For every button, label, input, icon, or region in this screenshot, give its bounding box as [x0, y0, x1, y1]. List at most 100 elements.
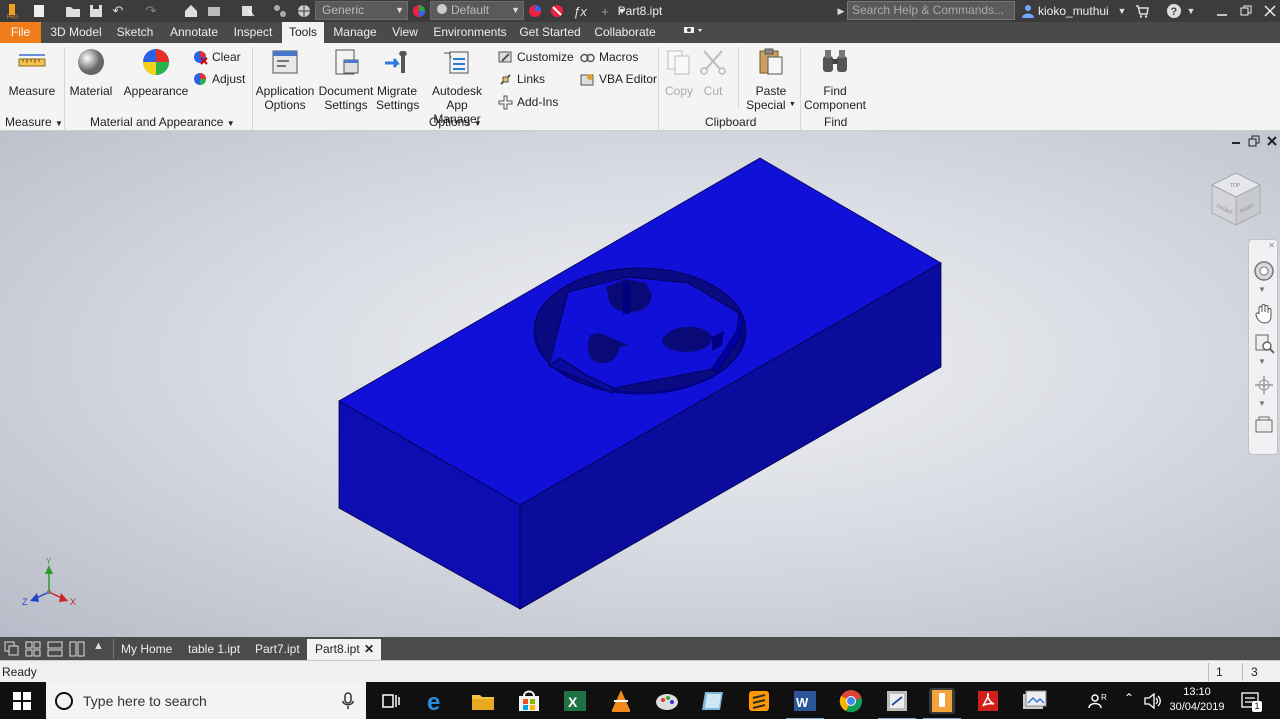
clear-appearance-icon[interactable] — [549, 3, 565, 19]
user-dropdown-icon[interactable]: ▼ — [1117, 3, 1127, 19]
chevron-down-icon[interactable]: ▼ — [1258, 285, 1266, 294]
clear-button[interactable]: Clear — [193, 48, 241, 66]
links-button[interactable]: Links — [498, 70, 545, 88]
new-file-icon[interactable] — [30, 3, 48, 19]
appearance-button[interactable]: Appearance — [122, 47, 190, 98]
chrome-icon[interactable] — [838, 688, 864, 714]
tab-file[interactable]: File — [0, 22, 41, 43]
zoom-icon[interactable] — [1253, 332, 1275, 354]
pan-hand-icon[interactable] — [1253, 302, 1275, 324]
measure-qa-icon[interactable] — [272, 3, 288, 19]
chevron-down-icon[interactable]: ▼ — [1258, 357, 1266, 366]
task-view-icon[interactable] — [378, 688, 404, 714]
cart-icon[interactable] — [1134, 3, 1150, 19]
doc-tab-part8[interactable]: Part8.ipt ✕ — [307, 639, 381, 660]
tab-inspect[interactable]: Inspect — [229, 22, 277, 43]
appearance-combo[interactable]: Default ▼ — [430, 1, 524, 20]
search-help-input[interactable]: Search Help & Commands... — [847, 1, 1015, 20]
graphics-viewport[interactable]: TOP FRONT RIGHT ✕ ▼ ▼ ▼ Y X Z — [0, 131, 1280, 637]
sublime-text-icon[interactable] — [746, 688, 772, 714]
photos-app-icon[interactable] — [1021, 688, 1047, 714]
notes-app-icon[interactable] — [700, 688, 726, 714]
add-ins-button[interactable]: Add-Ins — [498, 93, 558, 111]
find-component-button[interactable]: Find Component — [802, 47, 868, 112]
material-button[interactable]: Material — [66, 47, 116, 98]
undo-icon[interactable]: ↶ — [110, 3, 126, 19]
tab-3d-model[interactable]: 3D Model — [46, 22, 106, 43]
inventor-taskbar-icon[interactable] — [923, 688, 961, 719]
panel-visibility-icon[interactable] — [678, 22, 708, 43]
steering-wheel-icon[interactable] — [1253, 260, 1275, 282]
action-center-icon[interactable]: 1 — [1240, 690, 1262, 712]
cascade-windows-icon[interactable] — [4, 641, 20, 657]
inventor-taskbar-icon-2[interactable] — [878, 688, 916, 719]
doc-tab-my-home[interactable]: My Home — [113, 639, 180, 660]
word-icon[interactable]: W — [786, 688, 824, 719]
adjust-appearance-icon[interactable] — [527, 3, 543, 19]
vlc-icon[interactable] — [608, 688, 634, 714]
people-icon[interactable]: R — [1088, 691, 1108, 711]
microphone-icon[interactable] — [342, 692, 354, 710]
viewcube[interactable]: TOP FRONT RIGHT — [1208, 169, 1264, 229]
acrobat-icon[interactable] — [975, 688, 1001, 714]
close-icon[interactable] — [1262, 3, 1278, 19]
file-explorer-icon[interactable] — [470, 688, 496, 714]
application-options-button[interactable]: Application Options — [254, 47, 316, 112]
excel-icon[interactable]: X — [562, 688, 588, 714]
doc-tab-part7[interactable]: Part7.ipt — [247, 639, 308, 660]
tab-collaborate[interactable]: Collaborate — [589, 22, 661, 43]
show-hidden-icons-icon[interactable]: ⌃ — [1124, 691, 1134, 705]
tab-sketch[interactable]: Sketch — [112, 22, 158, 43]
save-icon[interactable] — [88, 3, 104, 19]
part-model[interactable] — [338, 157, 942, 610]
select-icon[interactable] — [240, 3, 256, 19]
triangle-up-icon[interactable]: ▲ — [93, 640, 109, 656]
tab-manage[interactable]: Manage — [329, 22, 381, 43]
qat-dropdown-icon[interactable]: ▼ — [616, 3, 628, 19]
globe-icon[interactable] — [296, 3, 312, 19]
customize-button[interactable]: Customize — [498, 48, 574, 66]
paint-app-icon[interactable] — [654, 688, 680, 714]
restore-icon[interactable] — [1238, 3, 1254, 19]
user-name[interactable]: kioko_muthui — [1038, 4, 1109, 18]
tile-windows-icon[interactable] — [25, 641, 41, 657]
close-tab-icon[interactable]: ✕ — [364, 639, 374, 660]
document-settings-button[interactable]: Document Settings — [317, 47, 375, 112]
tab-view[interactable]: View — [386, 22, 424, 43]
chevron-down-icon[interactable]: ▼ — [1258, 399, 1266, 408]
material-appearance-panel-label[interactable]: Material and Appearance ▼ — [90, 115, 235, 129]
macros-button[interactable]: Macros — [580, 48, 638, 66]
material-combo[interactable]: Generic ▼ — [315, 1, 408, 20]
measure-panel-label[interactable]: Measure ▼ — [5, 115, 63, 129]
paste-special-button[interactable]: Paste Special ▼ — [744, 47, 798, 112]
inventor-logo-icon[interactable]: PRO — [4, 3, 20, 19]
vba-editor-button[interactable]: VBA Editor — [580, 70, 657, 88]
help-dropdown-icon[interactable]: ▼ — [1186, 3, 1196, 19]
store-icon[interactable] — [516, 688, 542, 714]
copy-button[interactable]: Copy — [662, 47, 696, 98]
orbit-icon[interactable] — [1253, 374, 1275, 396]
home-icon[interactable] — [183, 3, 199, 19]
redo-icon[interactable]: ↷ — [143, 3, 159, 19]
taskbar-search-box[interactable]: Type here to search — [46, 682, 366, 719]
options-panel-label[interactable]: Options ▼ — [429, 115, 482, 129]
help-icon[interactable]: ? — [1165, 3, 1183, 19]
migrate-settings-button[interactable]: Migrate Settings — [376, 47, 419, 112]
tile-horizontal-icon[interactable] — [47, 641, 63, 657]
tab-get-started[interactable]: Get Started — [516, 22, 584, 43]
adjust-button[interactable]: Adjust — [193, 70, 245, 88]
measure-button[interactable]: Measure — [6, 47, 58, 98]
user-icon[interactable] — [1020, 3, 1036, 19]
system-clock[interactable]: 13:10 30/04/2019 — [1166, 685, 1228, 715]
navbar-close-icon[interactable]: ✕ — [1268, 241, 1275, 250]
appearance-ball-icon[interactable] — [411, 3, 427, 19]
cut-button[interactable]: Cut — [698, 47, 728, 98]
plus-icon[interactable]: + — [597, 3, 613, 19]
windows-start-icon[interactable] — [13, 692, 31, 710]
tab-tools[interactable]: Tools — [282, 22, 324, 43]
edge-browser-icon[interactable]: e — [425, 688, 451, 716]
tile-vertical-icon[interactable] — [69, 641, 85, 657]
tab-annotate[interactable]: Annotate — [164, 22, 224, 43]
fx-parameters-icon[interactable]: ƒx — [572, 3, 588, 19]
update-icon[interactable] — [206, 3, 222, 19]
